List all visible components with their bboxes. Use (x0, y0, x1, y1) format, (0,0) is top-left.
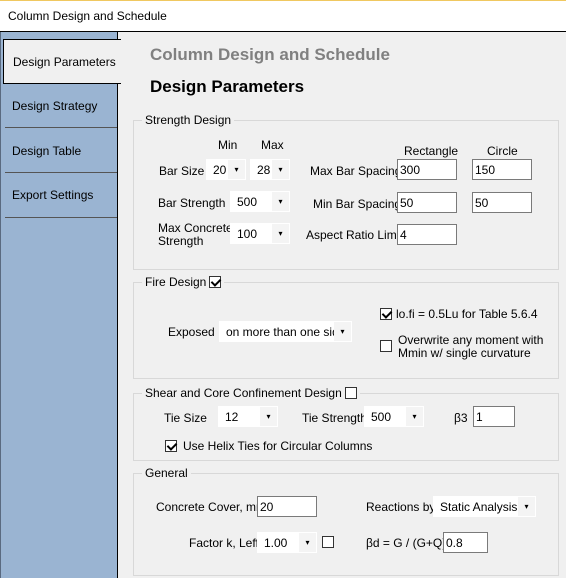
reactions-select[interactable]: Static Analysis ▾ (433, 496, 536, 517)
shear-design-group: Shear and Core Confinement Design Tie Si… (133, 386, 559, 461)
max-label: Max (261, 138, 284, 152)
bar-size-max-value: 28 (257, 163, 271, 177)
tie-strength-label: Tie Strength (302, 411, 367, 425)
tab-design-table[interactable]: Design Table (3, 129, 117, 174)
overwrite-moment-checkbox[interactable] (380, 340, 392, 352)
helix-ties-label: Use Helix Ties for Circular Columns (183, 439, 373, 453)
lofi-label: lo.fi = 0.5Lu for Table 5.6.4 (396, 307, 538, 321)
bar-size-label: Bar Size (159, 164, 205, 178)
chevron-down-icon: ▾ (272, 160, 289, 179)
max-spacing-circle-input[interactable] (472, 159, 532, 180)
min-spacing-circle-input[interactable] (472, 192, 532, 213)
max-spacing-rect-input[interactable] (397, 159, 457, 180)
chevron-down-icon: ▾ (334, 322, 351, 341)
bar-size-max-select[interactable]: 28 ▾ (250, 159, 290, 180)
fire-design-legend: Fire Design (142, 275, 225, 289)
shear-design-checkbox[interactable] (344, 387, 357, 399)
chevron-down-icon: ▾ (272, 192, 289, 211)
window-title: Column Design and Schedule (8, 9, 167, 23)
chevron-down-icon: ▾ (228, 160, 245, 179)
beta3-label: β3 (454, 411, 468, 425)
overwrite-label-line2: Mmin w/ single curvature (398, 346, 531, 360)
max-concrete-label-line1: Max Concrete (158, 221, 233, 235)
max-bar-spacing-label: Max Bar Spacing (310, 164, 402, 178)
min-spacing-rect-input[interactable] (397, 192, 457, 213)
strength-design-legend: Strength Design (142, 113, 235, 127)
bar-size-min-select[interactable]: 20 ▾ (206, 159, 246, 180)
main-panel: Column Design and Schedule Design Parame… (118, 32, 566, 578)
shear-design-label: Shear and Core Confinement Design (145, 386, 342, 400)
lofi-checkbox[interactable] (380, 308, 392, 320)
beta-d-input[interactable] (443, 532, 488, 553)
fire-design-checkbox[interactable] (209, 276, 222, 288)
concrete-cover-label: Concrete Cover, mm (156, 500, 267, 514)
tie-size-select[interactable]: 12 ▾ (218, 406, 278, 427)
min-label: Min (218, 138, 238, 152)
factor-k-checkbox[interactable] (322, 536, 334, 548)
beta-d-label: βd = G / (G+Q) (366, 536, 447, 550)
factor-k-label: Factor k, Leff (189, 536, 259, 550)
aspect-ratio-label: Aspect Ratio Limit (306, 228, 403, 242)
tie-size-label: Tie Size (164, 411, 207, 425)
general-group: General Concrete Cover, mm Reactions by … (133, 466, 559, 576)
reactions-value: Static Analysis (440, 500, 518, 514)
page-title: Design Parameters (150, 77, 305, 96)
circle-label: Circle (487, 144, 518, 158)
bar-size-min-value: 20 (213, 163, 227, 177)
chevron-down-icon: ▾ (518, 497, 535, 516)
sidebar: Design Parameters Design Strategy Design… (0, 32, 121, 578)
beta3-input[interactable] (473, 406, 515, 427)
max-concrete-select[interactable]: 100 ▾ (230, 223, 290, 244)
app-heading: Column Design and Schedule (150, 45, 390, 64)
concrete-cover-input[interactable] (257, 496, 317, 517)
tie-strength-value: 500 (371, 410, 392, 424)
reactions-label: Reactions by (366, 500, 436, 514)
tab-export-settings[interactable]: Export Settings (3, 173, 117, 218)
tab-separator (5, 127, 117, 128)
tie-size-value: 12 (225, 410, 239, 424)
exposed-value: on more than one side (226, 325, 346, 339)
bar-strength-value: 500 (237, 195, 258, 209)
tab-design-strategy[interactable]: Design Strategy (3, 84, 117, 129)
fire-design-label: Fire Design (145, 275, 207, 289)
aspect-ratio-input[interactable] (397, 224, 457, 245)
max-concrete-label-line2: Strength (158, 234, 204, 248)
bar-strength-select[interactable]: 500 ▾ (230, 191, 290, 212)
min-bar-spacing-label: Min Bar Spacing (313, 197, 402, 211)
strength-design-group: Strength Design Min Max Bar Size 20 ▾ 28… (133, 113, 559, 270)
tab-separator (5, 217, 117, 218)
general-legend: General (142, 466, 191, 480)
chevron-down-icon: ▾ (272, 224, 289, 243)
title-bar: Column Design and Schedule (0, 0, 566, 31)
bar-strength-label: Bar Strength (158, 196, 226, 210)
exposed-label: Exposed (168, 325, 215, 339)
factor-k-value: 1.00 (264, 536, 288, 550)
helix-ties-checkbox[interactable] (165, 440, 177, 452)
chevron-down-icon: ▾ (299, 533, 316, 552)
chevron-down-icon: ▾ (260, 407, 277, 426)
overwrite-label-line1: Overwrite any moment with (398, 333, 544, 347)
factor-k-select[interactable]: 1.00 ▾ (257, 532, 317, 553)
rectangle-label: Rectangle (404, 144, 459, 158)
tab-design-parameters[interactable]: Design Parameters (3, 39, 121, 84)
fire-design-group: Fire Design Exposed on more than one sid… (133, 275, 559, 379)
shear-design-legend: Shear and Core Confinement Design (142, 386, 360, 400)
tie-strength-select[interactable]: 500 ▾ (364, 406, 424, 427)
max-concrete-value: 100 (237, 227, 258, 241)
chevron-down-icon: ▾ (406, 407, 423, 426)
exposed-select[interactable]: on more than one side ▾ (219, 321, 352, 342)
